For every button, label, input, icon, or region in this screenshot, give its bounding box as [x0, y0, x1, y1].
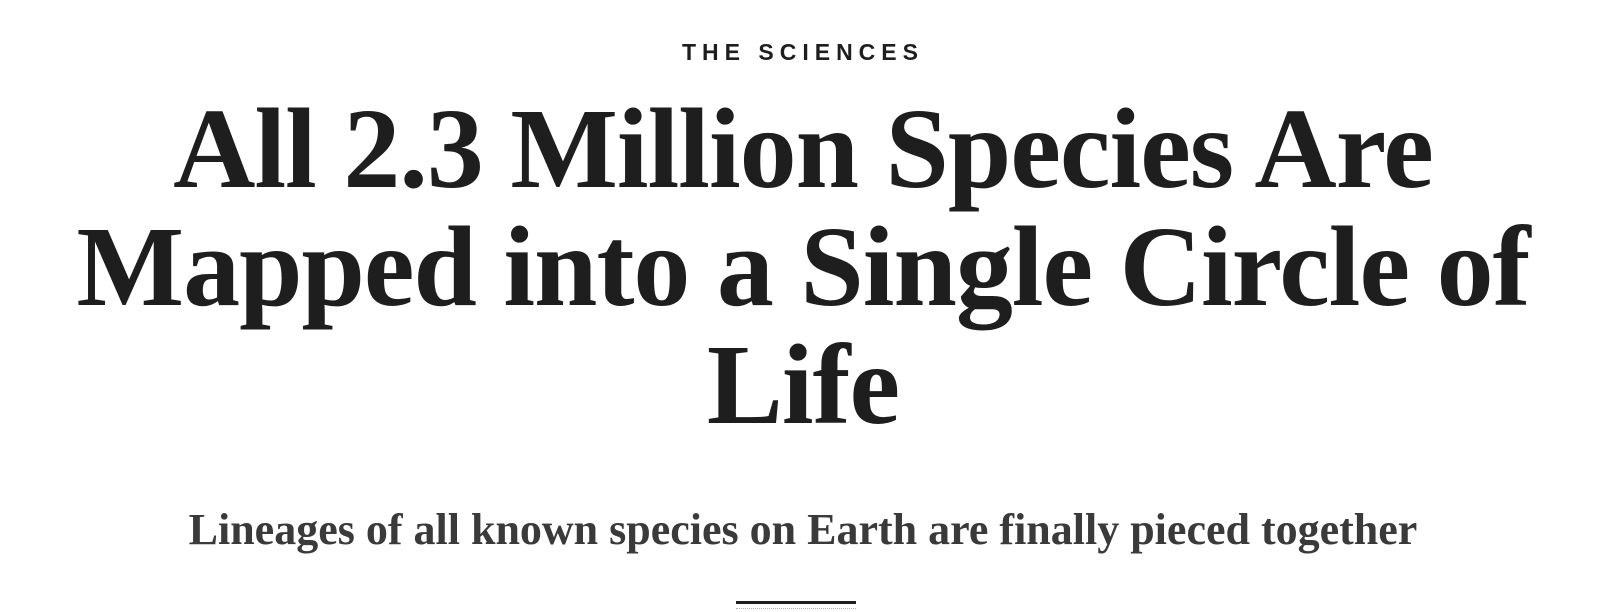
article-header: THE SCIENCES All 2.3 Million Species Are… [0, 0, 1606, 612]
header-divider [736, 601, 856, 604]
header-divider-dotted-line [736, 608, 856, 609]
article-headline: All 2.3 Million Species Are Mapped into … [76, 85, 1530, 448]
section-label[interactable]: THE SCIENCES [0, 38, 1606, 66]
article-subheadline: Lineages of all known species on Earth a… [188, 505, 1418, 554]
